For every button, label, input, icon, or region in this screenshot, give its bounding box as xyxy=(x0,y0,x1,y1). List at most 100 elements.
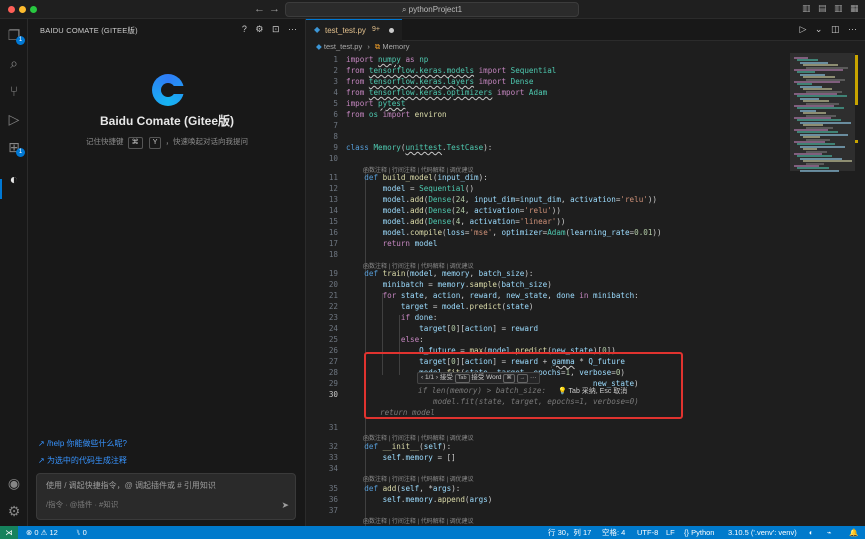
code-line[interactable]: model.add(Dense(4, activation='linear')) xyxy=(346,217,566,226)
maximize-window-button[interactable] xyxy=(30,6,37,13)
minimap[interactable] xyxy=(790,53,865,526)
cursor-position[interactable]: 行 30，列 17 xyxy=(548,526,591,539)
split-editor-icon[interactable]: ◫ xyxy=(831,24,840,34)
code-line[interactable]: def __init__(self): xyxy=(346,442,451,451)
code-line[interactable]: from tensorflow.keras.models import Sequ… xyxy=(346,66,556,75)
line-number: 2 xyxy=(333,66,338,75)
code-line[interactable]: else: xyxy=(346,335,424,344)
code-line[interactable]: model.add(Dense(24, activation='relu')) xyxy=(346,206,561,215)
encoding[interactable]: UTF-8 xyxy=(637,526,658,539)
problems-indicator[interactable]: ⊗ 0 ⚠ 12 xyxy=(26,526,58,539)
comate-icon[interactable]: ◐ xyxy=(4,169,24,189)
remote-icon[interactable]: ⋊ xyxy=(0,526,18,539)
help-icon[interactable]: ? xyxy=(242,24,247,34)
cmd-key: ⌘ xyxy=(127,137,143,149)
codelens-actions[interactable]: 函数注释 | 行间注释 | 代码解释 | 调优建议 xyxy=(363,474,474,483)
python-interpreter[interactable]: 3.10.5 ('.venv': venv) xyxy=(728,526,797,539)
code-line[interactable]: def train(model, memory, batch_size): xyxy=(346,269,533,278)
title-bar: ← → ⌕ pythonProject1 ▥ ▤ ▥ ▦ xyxy=(0,0,865,19)
arrow-right-icon[interactable]: → xyxy=(269,3,280,15)
code-line[interactable]: target = model.predict(state) xyxy=(346,302,534,311)
breadcrumb-separator-icon: › xyxy=(367,42,370,51)
accept-word-button[interactable]: 接受 Word xyxy=(471,374,501,381)
code-line[interactable]: import pytest xyxy=(346,99,405,108)
copilot-icon[interactable]: ⌁ xyxy=(827,526,832,539)
more-actions-icon[interactable]: ··· xyxy=(288,24,297,34)
code-line[interactable]: from tensorflow.keras.layers import Dens… xyxy=(346,77,533,86)
chat-input[interactable]: 使用 / 调起快捷指令，@ 调起插件或 # 引用知识 /指令 · @插件 · #… xyxy=(36,473,296,520)
breadcrumb: ◆ test_test.py › ⧉ Memory xyxy=(306,41,786,53)
code-line[interactable]: def build_model(input_dim): xyxy=(346,173,487,182)
line-number: 37 xyxy=(328,506,338,515)
bell-icon[interactable]: 🔔 xyxy=(849,526,858,539)
run-debug-icon[interactable]: ▷ xyxy=(4,109,24,129)
help-link[interactable]: ↗ /help 你能做些什么呢? xyxy=(38,438,127,449)
account-icon[interactable]: ◉ xyxy=(4,473,24,493)
code-line[interactable]: from tensorflow.keras.optimizers import … xyxy=(346,88,547,97)
active-indicator xyxy=(0,179,2,199)
code-line[interactable]: return model xyxy=(346,239,438,248)
comate-status-icon[interactable]: ◐ xyxy=(809,526,814,539)
toggle-secondary-sidebar-icon[interactable]: ▥ xyxy=(834,3,843,14)
accept-button[interactable]: 接受 xyxy=(440,374,453,381)
breadcrumb-symbol[interactable]: Memory xyxy=(382,42,409,51)
code-line[interactable]: import numpy as np xyxy=(346,55,428,64)
line-number: 36 xyxy=(328,495,338,504)
history-icon[interactable]: ⊡ xyxy=(272,24,280,34)
more-actions-icon[interactable]: ··· xyxy=(848,24,857,34)
source-control-icon[interactable]: ⑂ xyxy=(4,81,24,101)
customize-layout-icon[interactable]: ▦ xyxy=(850,3,859,14)
activity-bar: ❐ 1 ⌕ ⑂ ▷ ⊞ 1 ◐ ◉ ⚙ xyxy=(0,19,28,526)
chevron-right-icon[interactable]: › xyxy=(436,374,438,381)
minimap-line xyxy=(800,169,839,172)
code-line[interactable]: for state, action, reward, new_state, do… xyxy=(346,291,639,300)
code-line[interactable]: if done: xyxy=(346,313,438,322)
language-mode[interactable]: {} Python xyxy=(684,526,714,539)
code-line[interactable]: model = Sequential() xyxy=(346,184,474,193)
code-line[interactable]: self.memory.append(args) xyxy=(346,495,493,504)
generate-comment-link[interactable]: ↗ 为选中的代码生成注释 xyxy=(38,455,127,466)
chevron-down-icon[interactable]: ⌄ xyxy=(815,24,823,34)
toggle-sidebar-icon[interactable]: ▥ xyxy=(802,3,811,14)
minimize-window-button[interactable] xyxy=(19,6,26,13)
code-line[interactable]: model.compile(loss='mse', optimizer=Adam… xyxy=(346,228,662,237)
explorer-icon[interactable]: ❐ 1 xyxy=(4,25,25,45)
ports-indicator[interactable]: ⑊ 0 xyxy=(76,526,87,539)
extensions-badge: 1 xyxy=(16,148,25,157)
more-options-icon[interactable]: ··· xyxy=(530,374,537,381)
code-line[interactable]: def add(self, *args): xyxy=(346,484,460,493)
extensions-icon[interactable]: ⊞ 1 xyxy=(4,137,25,157)
unsaved-dot-icon[interactable] xyxy=(389,28,394,33)
arrow-left-icon[interactable]: ← xyxy=(254,3,265,15)
indentation[interactable]: 空格: 4 xyxy=(602,526,625,539)
close-window-button[interactable] xyxy=(8,6,15,13)
line-number: 3 xyxy=(333,77,338,86)
line-number: 32 xyxy=(328,442,338,451)
code-line[interactable]: class Memory(unittest.TestCase): xyxy=(346,143,492,152)
toggle-panel-icon[interactable]: ▤ xyxy=(818,3,827,14)
code-line[interactable]: target[0][action] = reward xyxy=(346,324,538,333)
scrollbar-warning-marker xyxy=(855,140,858,143)
code-line[interactable]: model.add(Dense(24, input_dim=input_dim,… xyxy=(346,195,657,204)
code-line[interactable]: from os import environ xyxy=(346,110,447,119)
codelens-actions[interactable]: 函数注释 | 行间注释 | 代码解释 | 调优建议 xyxy=(363,261,474,270)
y-key: Y xyxy=(148,137,162,149)
settings-icon[interactable]: ⚙ xyxy=(255,24,263,34)
breadcrumb-file[interactable]: test_test.py xyxy=(324,42,362,51)
code-line[interactable]: minibatch = memory.sample(batch_size) xyxy=(346,280,552,289)
tab-test-test-py[interactable]: ◆ test_test.py 9+ xyxy=(306,19,402,41)
codelens-actions[interactable]: 函数注释 | 行间注释 | 代码解释 | 调优建议 xyxy=(363,433,474,442)
run-icon[interactable]: ▷ xyxy=(799,24,806,34)
send-icon[interactable]: ➤ xyxy=(281,500,289,511)
lightbulb-icon[interactable]: 💡 xyxy=(558,388,567,395)
search-icon[interactable]: ⌕ xyxy=(4,53,24,73)
line-ending[interactable]: LF xyxy=(666,526,675,539)
code-line[interactable]: self.memory = [] xyxy=(346,453,456,462)
codelens-actions[interactable]: 函数注释 | 行间注释 | 代码解释 | 调优建议 xyxy=(363,516,474,525)
line-number: 26 xyxy=(328,346,338,355)
code-editor[interactable]: 1 import numpy as np 2 from tensorflow.kera… xyxy=(306,53,790,526)
settings-gear-icon[interactable]: ⚙ xyxy=(4,501,24,521)
command-center-search[interactable]: ⌕ pythonProject1 xyxy=(285,2,579,17)
codelens-actions[interactable]: 函数注释 | 行间注释 | 代码解释 | 调优建议 xyxy=(363,165,474,174)
chevron-left-icon[interactable]: ‹ xyxy=(421,374,423,381)
